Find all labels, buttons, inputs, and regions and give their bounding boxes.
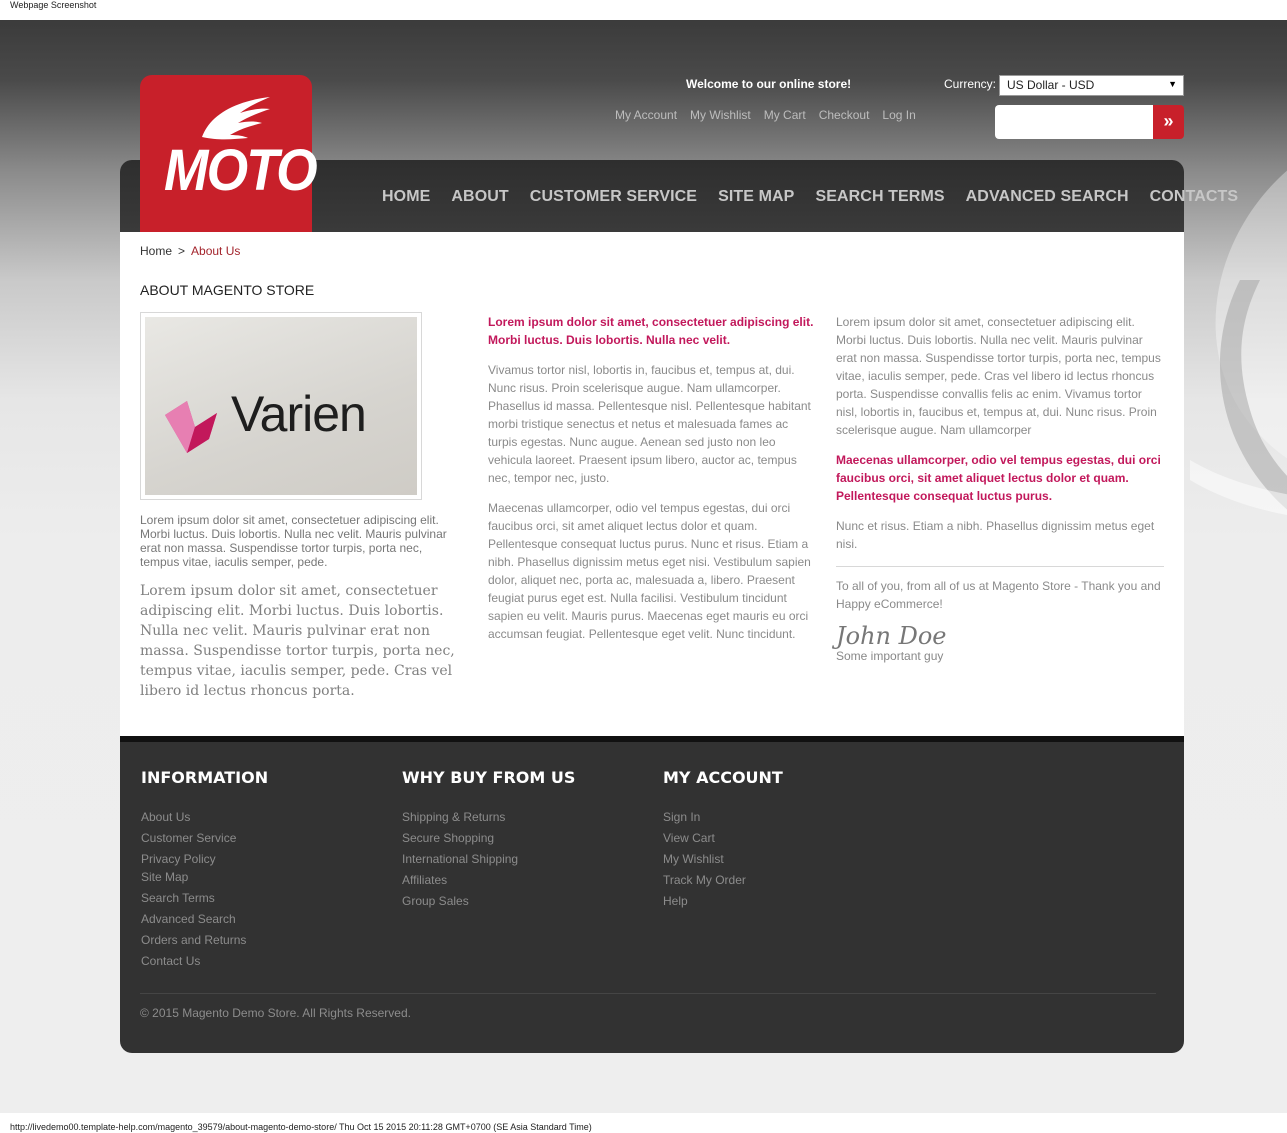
nav-contacts[interactable]: CONTACTS xyxy=(1150,188,1239,206)
footer-link-orders-and-returns[interactable]: Orders and Returns xyxy=(141,930,268,951)
nav-customer-service[interactable]: CUSTOMER SERVICE xyxy=(530,188,697,206)
footer-link-about-us[interactable]: About Us xyxy=(141,807,268,828)
paragraph: Lorem ipsum dolor sit amet, consectetuer… xyxy=(836,315,1161,437)
logo-text: MOTO xyxy=(164,138,318,203)
currency-select[interactable]: US Dollar - USD ▼ xyxy=(999,75,1184,96)
screenshot-caption-bottom: http://livedemo00.template-help.com/mage… xyxy=(0,1113,1287,1133)
nav-site-map[interactable]: SITE MAP xyxy=(718,188,794,206)
nav-home[interactable]: HOME xyxy=(382,188,430,206)
footer-column-why-buy: WHY BUY FROM US Shipping & Returns Secur… xyxy=(402,768,575,912)
breadcrumb-separator: > xyxy=(178,244,186,258)
footer-link-view-cart[interactable]: View Cart xyxy=(663,828,783,849)
nav-about[interactable]: ABOUT xyxy=(451,188,508,206)
footer-link-search-terms[interactable]: Search Terms xyxy=(141,888,268,909)
paragraph: Vivamus tortor nisl, lobortis in, faucib… xyxy=(488,363,811,485)
paragraph: Nunc et risus. Etiam a nibh. Phasellus d… xyxy=(836,519,1155,551)
footer-link-group-sales[interactable]: Group Sales xyxy=(402,891,575,912)
footer-column-information: INFORMATION About Us Customer Service Pr… xyxy=(141,768,268,972)
highlight-text: Lorem ipsum dolor sit amet, consectetuer… xyxy=(488,315,814,347)
search-button[interactable]: » xyxy=(1153,105,1184,139)
footer-link-advanced-search[interactable]: Advanced Search xyxy=(141,909,268,930)
dropdown-arrow-icon: ▼ xyxy=(1168,79,1177,89)
main-content: Home > About Us ABOUT MAGENTO STORE Varien… xyxy=(120,232,1184,736)
content-column-right: Lorem ipsum dolor sit amet, consectetuer… xyxy=(836,313,1164,663)
footer-heading: MY ACCOUNT xyxy=(663,768,783,787)
footer-link-track-my-order[interactable]: Track My Order xyxy=(663,870,783,891)
top-link-my-wishlist[interactable]: My Wishlist xyxy=(690,108,751,122)
top-link-checkout[interactable]: Checkout xyxy=(819,108,870,122)
footer-link-secure-shopping[interactable]: Secure Shopping xyxy=(402,828,575,849)
varien-sign-photo: Varien xyxy=(145,317,417,495)
footer-link-help[interactable]: Help xyxy=(663,891,783,912)
footer: INFORMATION About Us Customer Service Pr… xyxy=(120,736,1184,1053)
top-link-log-in[interactable]: Log In xyxy=(882,108,915,122)
breadcrumb-home[interactable]: Home xyxy=(140,244,172,258)
footer-link-sign-in[interactable]: Sign In xyxy=(663,807,783,828)
signature-subtitle: Some important guy xyxy=(836,649,944,663)
top-link-my-account[interactable]: My Account xyxy=(615,108,677,122)
footer-heading: WHY BUY FROM US xyxy=(402,768,576,787)
serif-quote: Lorem ipsum dolor sit amet, consectetuer… xyxy=(140,583,455,699)
top-link-my-cart[interactable]: My Cart xyxy=(764,108,806,122)
paragraph: Maecenas ullamcorper, odio vel tempus eg… xyxy=(488,501,811,641)
footer-link-site-map[interactable]: Site Map xyxy=(141,867,268,888)
footer-link-affiliates[interactable]: Affiliates xyxy=(402,870,575,891)
thank-you-text: To all of you, from all of us at Magento… xyxy=(836,579,1161,611)
footer-link-contact-us[interactable]: Contact Us xyxy=(141,951,268,972)
footer-link-customer-service[interactable]: Customer Service xyxy=(141,828,268,849)
intro-text: Lorem ipsum dolor sit amet, consectetuer… xyxy=(140,513,447,569)
varien-logo-icon xyxy=(165,401,217,453)
divider xyxy=(836,566,1164,567)
main-navigation: HOME ABOUT CUSTOMER SERVICE SITE MAP SEA… xyxy=(382,188,1238,206)
footer-divider xyxy=(140,993,1156,994)
top-links: My Account My Wishlist My Cart Checkout … xyxy=(615,108,916,122)
copyright: © 2015 Magento Demo Store. All Rights Re… xyxy=(140,1006,411,1020)
varien-text: Varien xyxy=(231,386,367,442)
footer-column-my-account: MY ACCOUNT Sign In View Cart My Wishlist… xyxy=(663,768,783,912)
about-image: Varien xyxy=(140,312,422,500)
double-chevron-right-icon: » xyxy=(1163,111,1174,131)
welcome-message: Welcome to our online store! xyxy=(686,77,852,91)
search-input[interactable] xyxy=(995,105,1153,139)
moto-logo[interactable]: MOTO xyxy=(140,75,318,232)
nav-advanced-search[interactable]: ADVANCED SEARCH xyxy=(966,188,1129,206)
breadcrumb: Home > About Us xyxy=(140,244,240,258)
highlight-text: Maecenas ullamcorper, odio vel tempus eg… xyxy=(836,453,1161,503)
breadcrumb-current: About Us xyxy=(191,244,241,258)
footer-heading: INFORMATION xyxy=(141,768,269,787)
currency-label: Currency: xyxy=(944,77,997,91)
footer-link-shipping-returns[interactable]: Shipping & Returns xyxy=(402,807,575,828)
signature: John Doe xyxy=(836,622,947,650)
content-column-middle: Lorem ipsum dolor sit amet, consectetuer… xyxy=(488,313,816,643)
footer-link-my-wishlist[interactable]: My Wishlist xyxy=(663,849,783,870)
currency-selected-value: US Dollar - USD xyxy=(1007,78,1095,92)
nav-search-terms[interactable]: SEARCH TERMS xyxy=(815,188,944,206)
background-swirl-graphic xyxy=(1190,170,1287,515)
page-title: ABOUT MAGENTO STORE xyxy=(140,282,315,298)
footer-link-international-shipping[interactable]: International Shipping xyxy=(402,849,575,870)
screenshot-caption-top: Webpage Screenshot xyxy=(0,0,1287,20)
